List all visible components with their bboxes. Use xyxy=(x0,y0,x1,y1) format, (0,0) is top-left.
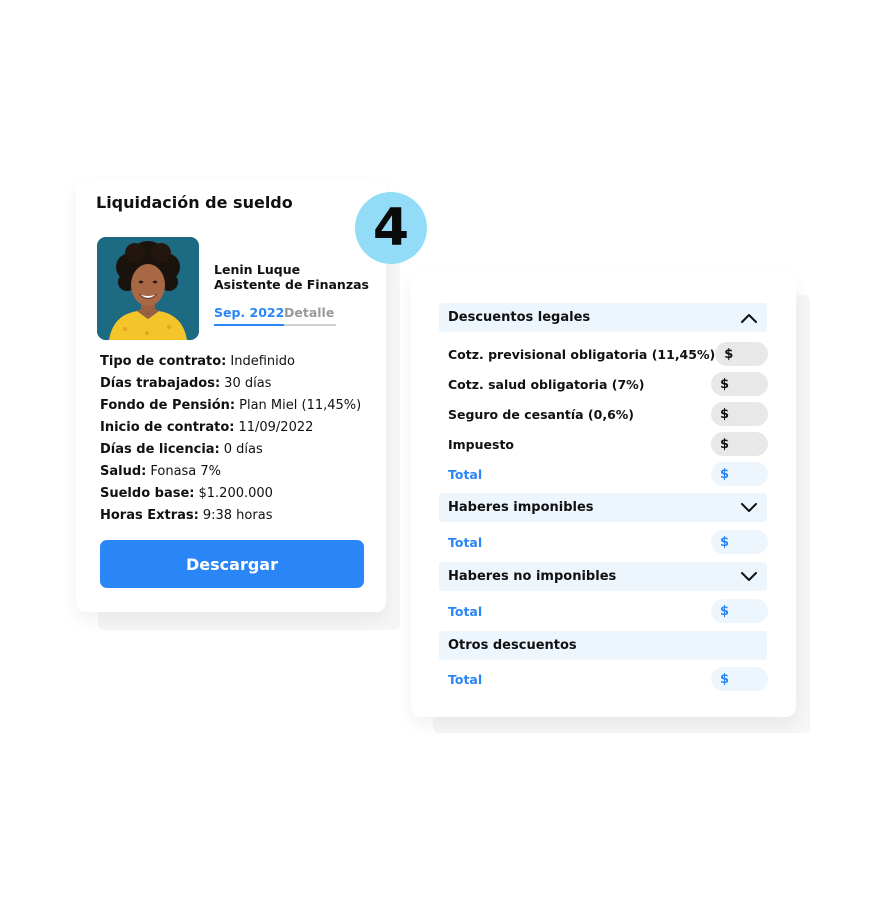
deduction-row-tax: Impuesto $ xyxy=(448,432,768,456)
info-key: Días trabajados: xyxy=(100,375,221,391)
employee-role: Asistente de Finanzas xyxy=(214,277,369,292)
card-title: Liquidación de sueldo xyxy=(96,193,293,212)
info-value: 9:38 horas xyxy=(202,507,273,523)
amount-field[interactable]: $ xyxy=(711,372,768,396)
total-row-taxable-earnings: Total $ xyxy=(448,530,768,554)
tab-detail[interactable]: Detalle xyxy=(284,305,336,326)
breakdown-card: Descuentos legales Cotz. previsional obl… xyxy=(411,271,796,717)
info-value: $1.200.000 xyxy=(198,485,273,501)
section-title: Haberes imponibles xyxy=(448,500,594,515)
total-row-non-taxable-earnings: Total $ xyxy=(448,599,768,623)
tab-period[interactable]: Sep. 2022 xyxy=(214,305,285,326)
total-row-legal-deductions: Total $ xyxy=(448,462,768,486)
info-row-contract-start: Inicio de contrato: 11/09/2022 xyxy=(100,416,361,438)
info-value: 0 días xyxy=(223,441,263,457)
info-value: 11/09/2022 xyxy=(238,419,314,435)
deduction-row-unemployment: Seguro de cesantía (0,6%) $ xyxy=(448,402,768,426)
step-number-badge: 4 xyxy=(355,192,427,264)
info-key: Tipo de contrato: xyxy=(100,353,227,369)
info-key: Horas Extras: xyxy=(100,507,199,523)
download-button[interactable]: Descargar xyxy=(100,540,364,588)
total-row-other-deductions: Total $ xyxy=(448,667,768,691)
section-taxable-earnings[interactable]: Haberes imponibles xyxy=(439,493,767,522)
info-key: Salud: xyxy=(100,463,147,479)
avatar xyxy=(97,237,199,340)
section-title: Descuentos legales xyxy=(448,310,591,325)
total-label: Total xyxy=(448,603,483,619)
amount-field[interactable]: $ xyxy=(715,342,768,366)
info-row-days-worked: Días trabajados: 30 días xyxy=(100,372,361,394)
info-value: 30 días xyxy=(224,375,272,391)
employee-name: Lenin Luque xyxy=(214,262,301,277)
info-row-overtime: Horas Extras: 9:38 horas xyxy=(100,504,361,526)
payslip-card: Liquidación de sueldo Lenin Luque Asiste… xyxy=(76,179,386,612)
chevron-down-icon[interactable] xyxy=(740,502,758,514)
section-title: Otros descuentos xyxy=(448,638,577,653)
info-row-base-salary: Sueldo base: $1.200.000 xyxy=(100,482,361,504)
info-key: Días de licencia: xyxy=(100,441,220,457)
info-row-leave-days: Días de licencia: 0 días xyxy=(100,438,361,460)
deduction-label: Cotz. previsional obligatoria (11,45%) xyxy=(448,346,716,362)
chevron-up-icon[interactable] xyxy=(740,312,758,324)
total-label: Total xyxy=(448,466,483,482)
stage: Liquidación de sueldo Lenin Luque Asiste… xyxy=(0,0,872,897)
total-amount-field[interactable]: $ xyxy=(711,462,768,486)
info-key: Fondo de Pensión: xyxy=(100,397,236,413)
contract-info-list: Tipo de contrato: Indefinido Días trabaj… xyxy=(100,350,361,526)
section-title: Haberes no imponibles xyxy=(448,569,617,584)
total-label: Total xyxy=(448,534,483,550)
info-value: Plan Miel (11,45%) xyxy=(239,397,362,413)
deduction-label: Seguro de cesantía (0,6%) xyxy=(448,406,635,422)
total-amount-field[interactable]: $ xyxy=(711,667,768,691)
amount-field[interactable]: $ xyxy=(711,432,768,456)
section-non-taxable-earnings[interactable]: Haberes no imponibles xyxy=(439,562,767,591)
deduction-label: Cotz. salud obligatoria (7%) xyxy=(448,376,645,392)
deduction-row-pension: Cotz. previsional obligatoria (11,45%) $ xyxy=(448,342,768,366)
info-row-contract-type: Tipo de contrato: Indefinido xyxy=(100,350,361,372)
deduction-row-health: Cotz. salud obligatoria (7%) $ xyxy=(448,372,768,396)
amount-field[interactable]: $ xyxy=(711,402,768,426)
total-label: Total xyxy=(448,671,483,687)
avatar-photo xyxy=(97,237,199,340)
info-row-health: Salud: Fonasa 7% xyxy=(100,460,361,482)
info-key: Sueldo base: xyxy=(100,485,195,501)
deduction-label: Impuesto xyxy=(448,436,515,452)
section-legal-deductions[interactable]: Descuentos legales xyxy=(439,303,767,332)
info-row-pension-fund: Fondo de Pensión: Plan Miel (11,45%) xyxy=(100,394,361,416)
total-amount-field[interactable]: $ xyxy=(711,599,768,623)
chevron-down-icon[interactable] xyxy=(740,571,758,583)
info-value: Fonasa 7% xyxy=(150,463,222,479)
total-amount-field[interactable]: $ xyxy=(711,530,768,554)
info-value: Indefinido xyxy=(230,353,295,369)
info-key: Inicio de contrato: xyxy=(100,419,235,435)
section-other-deductions[interactable]: Otros descuentos xyxy=(439,631,767,660)
